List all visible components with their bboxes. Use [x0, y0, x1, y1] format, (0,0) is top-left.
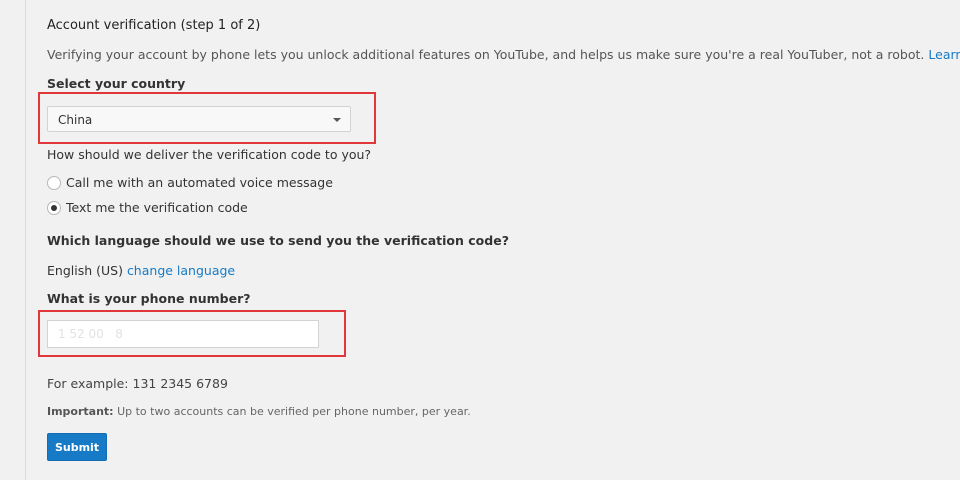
phone-label: What is your phone number? — [47, 291, 251, 306]
learn-more-link[interactable]: Learn more — [928, 47, 960, 62]
country-select-value: China — [58, 113, 93, 127]
content-left-border — [25, 0, 26, 480]
phone-number-input[interactable] — [47, 320, 319, 348]
intro-paragraph: Verifying your account by phone lets you… — [47, 47, 960, 62]
radio-label-text: Text me the verification code — [66, 200, 248, 215]
current-language: English (US) — [47, 263, 123, 278]
submit-button[interactable]: Submit — [47, 433, 107, 461]
radio-label-voice: Call me with an automated voice message — [66, 175, 333, 190]
radio-option-text[interactable]: Text me the verification code — [47, 200, 248, 215]
country-label: Select your country — [47, 76, 186, 91]
caret-down-icon — [333, 118, 341, 122]
verification-page: Account verification (step 1 of 2) Verif… — [0, 0, 960, 480]
important-text: Up to two accounts can be verified per p… — [117, 405, 471, 418]
radio-option-voice[interactable]: Call me with an automated voice message — [47, 175, 333, 190]
country-select[interactable]: China — [47, 106, 351, 132]
important-prefix: Important: — [47, 405, 114, 418]
phone-example-text: For example: 131 2345 6789 — [47, 376, 228, 391]
intro-text: Verifying your account by phone lets you… — [47, 47, 925, 62]
radio-button-voice[interactable] — [47, 175, 61, 190]
radio-button-text[interactable] — [47, 200, 61, 215]
language-label: Which language should we use to send you… — [47, 233, 509, 248]
important-note: Important: Up to two accounts can be ver… — [47, 405, 471, 418]
change-language-link[interactable]: change language — [127, 263, 235, 278]
language-row: English (US) change language — [47, 263, 235, 278]
delivery-label: How should we deliver the verification c… — [47, 147, 372, 162]
page-title: Account verification (step 1 of 2) — [47, 18, 261, 33]
